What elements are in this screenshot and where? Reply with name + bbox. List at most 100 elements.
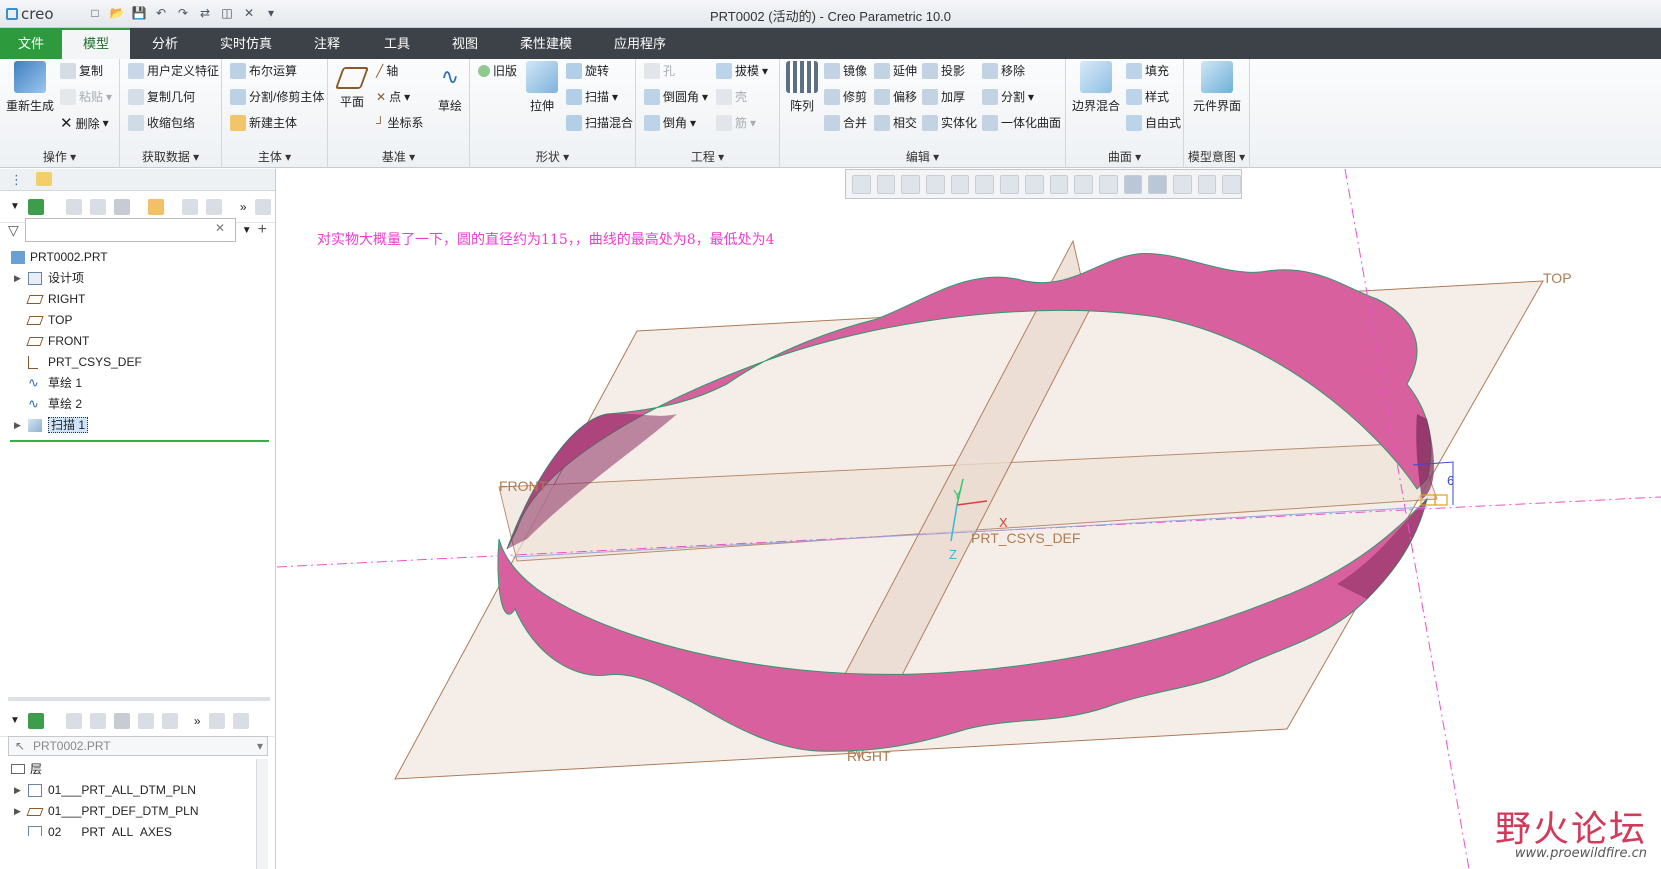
group-label[interactable]: 编辑 ▾ — [780, 148, 1065, 165]
component-interface-button[interactable]: 元件界面 — [1188, 61, 1246, 114]
more-icon[interactable]: » — [240, 200, 247, 214]
columns-icon[interactable] — [89, 712, 106, 729]
tab-view[interactable]: 视图 — [438, 28, 492, 59]
hole-button[interactable]: 孔 — [644, 62, 675, 79]
layer-item[interactable]: ▶ 01___PRT_ALL_DTM_PLN — [8, 780, 260, 801]
redo-icon[interactable]: ↷ — [174, 4, 192, 22]
notes-icon[interactable] — [232, 712, 249, 729]
layer-scrollbar[interactable] — [256, 759, 268, 869]
datum-display-icon[interactable] — [1074, 174, 1093, 194]
boolean-button[interactable]: 布尔运算 — [230, 62, 297, 79]
sweep-button[interactable]: 扫描 ▾ — [566, 88, 618, 105]
style-button[interactable]: 样式 — [1126, 88, 1169, 105]
expand-icon[interactable]: ▶ — [14, 415, 21, 436]
chamfer-button[interactable]: 倒角 ▾ — [644, 114, 696, 131]
perspective-icon[interactable] — [1024, 174, 1044, 194]
list-icon[interactable] — [65, 712, 82, 729]
shell-button[interactable]: 壳 — [716, 88, 747, 105]
csys-label[interactable]: PRT_CSYS_DEF — [971, 530, 1080, 546]
stop-icon[interactable] — [1222, 174, 1241, 194]
revolve-button[interactable]: 旋转 — [566, 62, 609, 79]
expand-icon[interactable]: ▶ — [14, 801, 21, 822]
regenerate-button[interactable]: 重新生成 — [4, 61, 56, 114]
dimension-value[interactable]: 6 — [1447, 473, 1454, 488]
fill-button[interactable]: 填充 — [1126, 62, 1169, 79]
expand-icon[interactable]: ▶ — [14, 780, 21, 801]
copy-button[interactable]: 复制 — [60, 62, 103, 79]
layer-properties-icon[interactable] — [208, 712, 225, 729]
intersect-button[interactable]: 相交 — [874, 114, 917, 131]
extend-button[interactable]: 延伸 — [874, 62, 917, 79]
model-tree-search-input[interactable] — [24, 218, 236, 242]
pause-icon[interactable] — [1197, 174, 1217, 194]
group-label[interactable]: 模型意图 ▾ — [1184, 148, 1249, 165]
round-button[interactable]: 倒圆角 ▾ — [644, 88, 708, 105]
rib-button[interactable]: 筋 ▾ — [716, 114, 756, 131]
collapse-icon[interactable]: ▼ — [10, 715, 20, 726]
copy-geometry-button[interactable]: 复制几何 — [128, 88, 195, 105]
pattern-button[interactable]: 阵列 — [784, 61, 820, 114]
datum-point-button[interactable]: ✕ 点 ▾ — [376, 88, 410, 105]
group-label[interactable]: 曲面 ▾ — [1066, 148, 1183, 165]
tree-item-sketch-2[interactable]: ∿ 草绘 2 — [8, 394, 270, 415]
expand-icon[interactable]: ▶ — [14, 268, 21, 289]
swept-blend-button[interactable]: 扫描混合 — [566, 114, 633, 131]
one-surface-button[interactable]: 一体化曲面 — [982, 114, 1061, 131]
customize-toolbar-icon[interactable]: ▾ — [262, 4, 280, 22]
trim-button[interactable]: 修剪 — [824, 88, 867, 105]
tab-live-simulation[interactable]: 实时仿真 — [210, 28, 282, 59]
layer-model-select[interactable]: ↖ PRT0002.PRT ▾ — [8, 736, 268, 756]
layer-root[interactable]: 层 — [8, 759, 260, 780]
tree-item-top[interactable]: TOP — [8, 310, 270, 331]
new-file-icon[interactable]: □ — [86, 4, 104, 22]
shrinkwrap-button[interactable]: 收缩包络 — [128, 114, 195, 131]
layer-add-icon[interactable] — [137, 712, 154, 729]
datum-axis-button[interactable]: ╱ 轴 — [376, 62, 398, 79]
graphics-window[interactable]: FRONT TOP RIGHT PRT_CSYS_DEF X Y Z 6 对实物… — [277, 169, 1661, 869]
collapse-icon[interactable]: ▼ — [10, 201, 20, 212]
tab-annotate[interactable]: 注释 — [300, 28, 354, 59]
csys-button[interactable]: ┘ 坐标系 — [376, 114, 424, 131]
datum-filters-icon[interactable] — [1098, 174, 1118, 194]
section-icon[interactable] — [1049, 174, 1069, 194]
draft-button[interactable]: 拔模 ▾ — [716, 62, 768, 79]
sketch-button[interactable]: ∿ 草绘 — [432, 61, 468, 114]
model-scene[interactable]: FRONT TOP RIGHT PRT_CSYS_DEF X Y Z 6 — [277, 169, 1661, 869]
layer-visibility-icon[interactable] — [113, 712, 130, 729]
split-trim-body-button[interactable]: 分割/修剪主体 — [230, 88, 324, 105]
tree-item-sweep-1[interactable]: ▶ 扫描 1 — [8, 415, 270, 436]
top-plane-label[interactable]: TOP — [1543, 270, 1572, 286]
more-icon[interactable]: » — [194, 714, 201, 728]
highlight-icon[interactable] — [147, 198, 164, 215]
paste-button[interactable]: 粘贴 ▾ — [60, 88, 112, 105]
layers-icon[interactable] — [27, 712, 44, 729]
freestyle-button[interactable]: 自由式 — [1126, 114, 1181, 131]
group-label[interactable]: 基准 ▾ — [328, 148, 469, 165]
remove-button[interactable]: 移除 — [982, 62, 1025, 79]
tab-flexible-modeling[interactable]: 柔性建模 — [506, 28, 586, 59]
add-icon[interactable]: + — [258, 221, 267, 239]
windows-icon[interactable]: ◫ — [218, 4, 236, 22]
thicken-button[interactable]: 加厚 — [922, 88, 965, 105]
refit-icon[interactable] — [852, 174, 871, 194]
zoom-out-icon[interactable] — [901, 174, 921, 194]
group-label[interactable]: 操作 ▾ — [0, 148, 119, 165]
group-label[interactable]: 主体 ▾ — [222, 148, 327, 165]
solidify-button[interactable]: 实体化 — [922, 114, 977, 131]
view-manager-icon[interactable] — [1000, 174, 1019, 194]
regenerate-icon[interactable]: ⇄ — [196, 4, 214, 22]
layer-item[interactable]: 02___PRT_ALL_AXES — [8, 822, 260, 836]
tree-item-right[interactable]: RIGHT — [8, 289, 270, 310]
columns-icon[interactable] — [89, 198, 106, 215]
offset-button[interactable]: 偏移 — [874, 88, 917, 105]
tree-item-sketch-1[interactable]: ∿ 草绘 1 — [8, 373, 270, 394]
panel-splitter[interactable] — [8, 697, 270, 701]
merge-button[interactable]: 合并 — [824, 114, 867, 131]
close-window-icon[interactable]: ✕ — [240, 4, 258, 22]
split-button[interactable]: 分割 ▾ — [982, 88, 1034, 105]
open-file-icon[interactable]: 📂 — [108, 4, 126, 22]
tab-tools[interactable]: 工具 — [370, 28, 424, 59]
tree-item-csys[interactable]: PRT_CSYS_DEF — [8, 352, 270, 373]
delete-button[interactable]: ✕ 删除 ▾ — [60, 114, 109, 132]
folder-browser-tab-icon[interactable] — [36, 172, 52, 186]
